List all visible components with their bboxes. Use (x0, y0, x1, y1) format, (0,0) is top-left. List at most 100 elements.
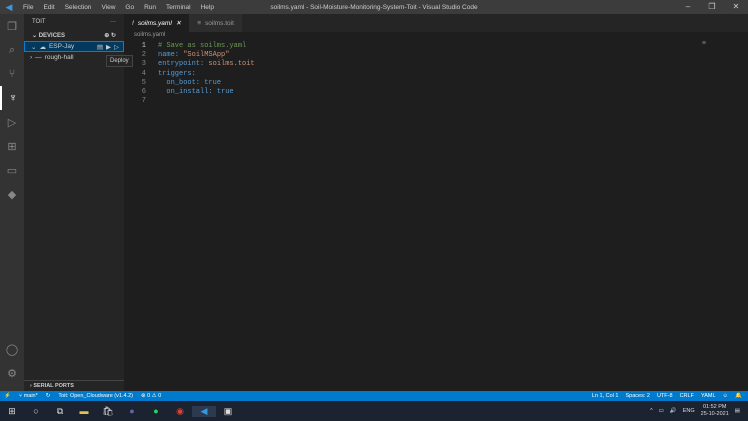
device-name: ESP-Jay (48, 43, 75, 50)
menu-file[interactable]: File (23, 4, 33, 11)
tab-label: soilms.yaml (137, 19, 172, 27)
code-key: triggers: (158, 69, 196, 78)
indentation[interactable]: Spaces: 2 (626, 393, 650, 399)
remote-explorer-icon[interactable]: ▭ (0, 158, 24, 182)
explorer-icon[interactable]: ❐ (0, 14, 24, 38)
devices-section-header[interactable]: DEVICES (39, 33, 65, 39)
sidebar: TOIT ··· ⌄ DEVICES ⊕ ↻ ⌄ ☁ ESP-Jay ▤ ▶ ▷ › — roug… (24, 14, 124, 391)
time: 01:52 PM (702, 404, 727, 410)
deploy-icon[interactable]: ▷ (114, 43, 119, 51)
tab-soilms-toit[interactable]: ≡ soilms.toit (189, 14, 242, 32)
sync-icon[interactable]: ↻ (46, 393, 51, 399)
clock[interactable]: 01:52 PM 25-10-2021 (701, 404, 729, 418)
search-icon[interactable]: ⌕ (0, 38, 24, 62)
yaml-file-icon: ! (132, 19, 134, 27)
vscode-taskbar-icon[interactable]: ◀ (192, 405, 216, 417)
branch-label: main* (23, 393, 38, 399)
account-icon[interactable]: ◯ (0, 337, 24, 361)
vscode-logo-icon: ◀ (5, 1, 13, 12)
code-value: "SoilMSApp" (179, 51, 230, 60)
close-tab-icon[interactable]: ✕ (176, 19, 181, 27)
line-number: 3 (141, 60, 146, 69)
editor-tabs: ! soilms.yaml ✕ ≡ soilms.toit (124, 14, 748, 32)
toit-icon[interactable]: ♆ (0, 86, 24, 110)
device-offline-icon: — (35, 54, 42, 61)
menu-terminal[interactable]: Terminal (166, 4, 191, 11)
problems-status[interactable]: ⊗ 0 ⚠ 0 (141, 393, 161, 399)
code-key: on_install: (158, 87, 213, 96)
line-number: 2 (141, 51, 146, 60)
menu-selection[interactable]: Selection (65, 4, 92, 11)
line-number: 6 (141, 87, 146, 96)
notifications-icon[interactable]: 🔔 (735, 393, 742, 399)
menu-help[interactable]: Help (201, 4, 214, 11)
store-icon[interactable]: 🛍 (96, 406, 120, 417)
device-item-esp-jay[interactable]: ⌄ ☁ ESP-Jay ▤ ▶ ▷ (24, 41, 124, 52)
code-value: true (212, 87, 234, 96)
breadcrumb[interactable]: soilms.yaml (134, 32, 165, 38)
tab-soilms-yaml[interactable]: ! soilms.yaml ✕ (124, 14, 190, 32)
menu-edit[interactable]: Edit (43, 4, 54, 11)
serial-ports-section[interactable]: › SERIAL PORTS (24, 380, 124, 391)
line-number: 5 (141, 78, 146, 87)
menu-go[interactable]: Go (125, 4, 134, 11)
chevron-right-icon: › (30, 54, 33, 61)
windows-start-icon[interactable]: ⊞ (0, 406, 24, 417)
minimize-button[interactable]: – (676, 0, 700, 14)
refresh-icon[interactable]: ↻ (111, 33, 116, 39)
file-icon: ≡ (197, 19, 202, 27)
menu-view[interactable]: View (101, 4, 115, 11)
chevron-down-icon[interactable]: ⌄ (32, 33, 39, 39)
network-icon[interactable]: ▭ (659, 408, 664, 414)
teams-icon[interactable]: ● (120, 406, 144, 416)
maximize-button[interactable]: ❐ (700, 0, 724, 14)
encoding[interactable]: UTF-8 (657, 393, 673, 399)
source-control-icon[interactable]: ⑂ (0, 62, 24, 86)
close-button[interactable]: ✕ (724, 0, 748, 14)
run-icon[interactable]: ▶ (106, 43, 111, 51)
code-editor[interactable]: 1 # Save as soilms.yaml 2 name: "SoilMSApp… (124, 42, 255, 106)
menu-run[interactable]: Run (144, 4, 156, 11)
sidebar-title: TOIT (32, 19, 46, 25)
code-value: true (200, 78, 222, 87)
line-number: 1 (141, 42, 146, 50)
eol[interactable]: CRLF (680, 393, 694, 399)
cortana-search-icon[interactable]: ○ (24, 406, 48, 416)
volume-icon[interactable]: 🔊 (670, 408, 677, 414)
branch-status[interactable]: ⑂ main* (19, 393, 38, 399)
terminal-icon[interactable]: ▣ (216, 406, 240, 417)
remote-icon[interactable]: ⚡ (4, 393, 11, 399)
code-key: entrypoint: (158, 60, 205, 69)
settings-gear-icon[interactable]: ⚙ (0, 361, 24, 385)
run-debug-icon[interactable]: ▷ (0, 110, 24, 134)
notification-center-icon[interactable]: ▤ (735, 408, 740, 414)
whatsapp-icon[interactable]: ● (144, 406, 168, 416)
docker-icon[interactable]: ◆ (0, 182, 24, 206)
file-explorer-icon[interactable]: ▬ (72, 406, 96, 416)
code-value: soilms.toit (204, 60, 255, 69)
cursor-position[interactable]: Ln 1, Col 1 (592, 393, 619, 399)
status-bar: ⚡ ⑂ main* ↻ Toit: Open_Cloudware (v1.4.2… (0, 391, 748, 401)
toit-status[interactable]: Toit: Open_Cloudware (v1.4.2) (58, 393, 133, 399)
code-key: name: (158, 51, 180, 60)
feedback-icon[interactable]: ☺ (723, 393, 729, 399)
taskbar: ⊞ ○ ⧉ ▬ 🛍 ● ● ◉ ◀ ▣ ^ ▭ 🔊 ENG 01:52 PM 25… (0, 401, 748, 421)
minimap-icon[interactable]: ≡ (702, 40, 706, 47)
log-icon[interactable]: ▤ (97, 43, 103, 51)
tray-chevron-icon[interactable]: ^ (650, 408, 653, 414)
code-line: # Save as soilms.yaml (158, 42, 247, 50)
extensions-icon[interactable]: ⊞ (0, 134, 24, 158)
code-key: on_boot: (158, 78, 201, 87)
line-number: 7 (141, 97, 146, 106)
more-actions-icon[interactable]: ··· (110, 19, 116, 25)
chrome-icon[interactable]: ◉ (168, 406, 192, 417)
language-indicator[interactable]: ENG (683, 408, 695, 414)
language-mode[interactable]: YAML (701, 393, 716, 399)
serial-ports-label: SERIAL PORTS (33, 383, 74, 389)
task-view-icon[interactable]: ⧉ (48, 406, 72, 417)
chevron-down-icon: ⌄ (31, 43, 37, 51)
date: 25-10-2021 (700, 411, 729, 417)
menu-bar: File Edit Selection View Go Run Terminal Help (18, 4, 219, 11)
device-icon: ☁ (39, 43, 46, 51)
add-device-icon[interactable]: ⊕ (104, 33, 109, 39)
